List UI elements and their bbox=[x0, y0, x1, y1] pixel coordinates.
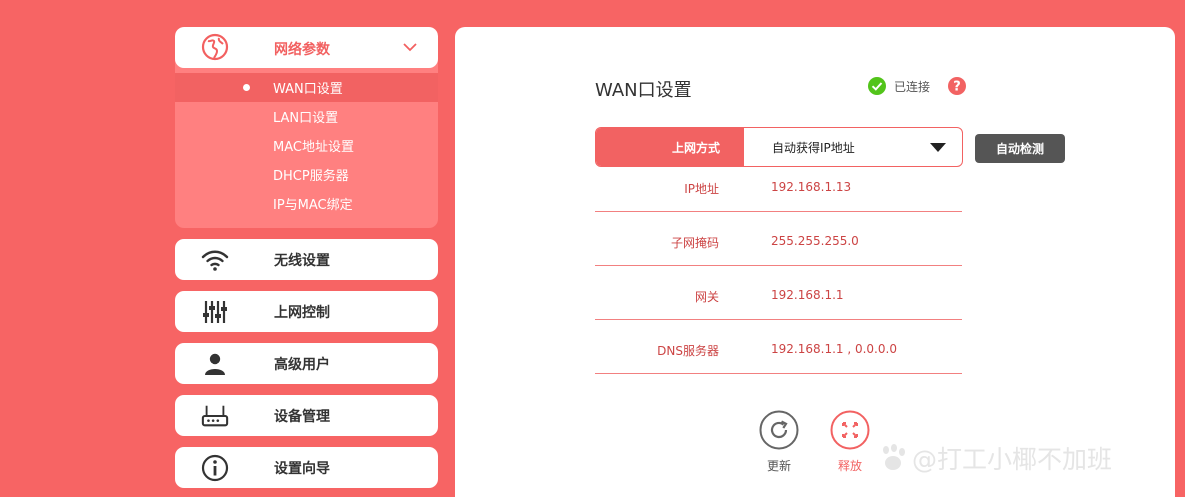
submenu-ip-mac-bind-label: IP与MAC绑定 bbox=[273, 198, 353, 213]
info-row-ip: IP地址 192.168.1.13 bbox=[595, 158, 962, 212]
submenu-wan-label: WAN口设置 bbox=[273, 82, 343, 97]
menu-device-mgmt[interactable]: 设备管理 bbox=[175, 395, 438, 436]
auto-detect-button[interactable]: 自动检测 bbox=[975, 134, 1065, 163]
menu-advanced-user-label: 高级用户 bbox=[274, 356, 330, 373]
help-icon[interactable]: ? bbox=[948, 77, 967, 95]
connection-type-value: 自动获得IP地址 bbox=[772, 140, 855, 155]
renew-button[interactable]: 更新 bbox=[757, 410, 801, 474]
wifi-icon bbox=[201, 246, 229, 274]
globe-icon bbox=[201, 33, 229, 61]
menu-setup-wizard[interactable]: 设置向导 bbox=[175, 447, 438, 488]
sliders-icon bbox=[201, 298, 229, 326]
menu-wireless[interactable]: 无线设置 bbox=[175, 239, 438, 280]
ip-value: 192.168.1.13 bbox=[771, 180, 852, 194]
gateway-label: 网关 bbox=[694, 290, 719, 304]
submenu-lan[interactable]: LAN口设置 bbox=[175, 102, 438, 131]
submenu-dhcp[interactable]: DHCP服务器 bbox=[175, 160, 438, 189]
release-icon bbox=[830, 410, 870, 450]
menu-network-params[interactable]: 网络参数 bbox=[175, 27, 438, 68]
submenu-mac-label: MAC地址设置 bbox=[273, 140, 354, 155]
refresh-icon bbox=[759, 410, 799, 450]
gateway-value: 192.168.1.1 bbox=[771, 288, 844, 302]
submenu-wan[interactable]: WAN口设置 bbox=[175, 73, 438, 102]
router-icon bbox=[201, 402, 229, 430]
subnet-value: 255.255.255.0 bbox=[771, 234, 859, 248]
dns-value: 192.168.1.1 , 0.0.0.0 bbox=[771, 342, 897, 356]
info-icon bbox=[201, 454, 229, 482]
release-label: 释放 bbox=[837, 459, 862, 473]
watermark: @打工小椰不加班 bbox=[878, 440, 1112, 476]
active-dot-icon bbox=[243, 84, 250, 91]
check-circle-icon bbox=[868, 77, 886, 95]
info-row-subnet: 子网掩码 255.255.255.0 bbox=[595, 212, 962, 266]
network-submenu: WAN口设置 LAN口设置 MAC地址设置 DHCP服务器 IP与MAC绑定 bbox=[175, 68, 438, 228]
dropdown-arrow-icon[interactable] bbox=[930, 143, 946, 152]
info-row-dns: DNS服务器 192.168.1.1 , 0.0.0.0 bbox=[595, 320, 962, 374]
submenu-lan-label: LAN口设置 bbox=[273, 111, 339, 126]
ip-label: IP地址 bbox=[684, 182, 719, 196]
menu-wireless-label: 无线设置 bbox=[274, 252, 330, 269]
subnet-label: 子网掩码 bbox=[670, 236, 719, 250]
paw-logo-icon bbox=[878, 443, 908, 473]
release-button[interactable]: 释放 bbox=[828, 410, 872, 474]
status-badge: 已连接 bbox=[894, 79, 931, 94]
chevron-down-icon[interactable] bbox=[402, 39, 418, 55]
submenu-ip-mac-bind[interactable]: IP与MAC绑定 bbox=[175, 189, 438, 218]
sidebar: 网络参数 WAN口设置 LAN口设置 MAC地址设置 DHCP服务器 IP与MA… bbox=[175, 27, 438, 497]
menu-setup-wizard-label: 设置向导 bbox=[274, 460, 330, 477]
info-row-gateway: 网关 192.168.1.1 bbox=[595, 266, 962, 320]
main-panel: WAN口设置 已连接 ? 上网方式 自动获得IP地址 自动检测 IP地址 192… bbox=[455, 27, 1175, 497]
submenu-mac[interactable]: MAC地址设置 bbox=[175, 131, 438, 160]
user-icon bbox=[201, 350, 229, 378]
menu-advanced-user[interactable]: 高级用户 bbox=[175, 343, 438, 384]
svg-text:?: ? bbox=[953, 80, 961, 95]
menu-access-control[interactable]: 上网控制 bbox=[175, 291, 438, 332]
renew-label: 更新 bbox=[766, 459, 791, 473]
connection-status: 已连接 ? bbox=[868, 77, 967, 95]
submenu-dhcp-label: DHCP服务器 bbox=[273, 169, 349, 184]
watermark-text: @打工小椰不加班 bbox=[912, 445, 1113, 474]
menu-access-control-label: 上网控制 bbox=[274, 304, 330, 321]
menu-device-mgmt-label: 设备管理 bbox=[274, 408, 330, 425]
menu-group-network: 网络参数 WAN口设置 LAN口设置 MAC地址设置 DHCP服务器 IP与MA… bbox=[175, 27, 438, 228]
dns-label: DNS服务器 bbox=[657, 344, 719, 358]
page-title: WAN口设置 bbox=[595, 80, 692, 101]
menu-network-label: 网络参数 bbox=[274, 42, 330, 58]
